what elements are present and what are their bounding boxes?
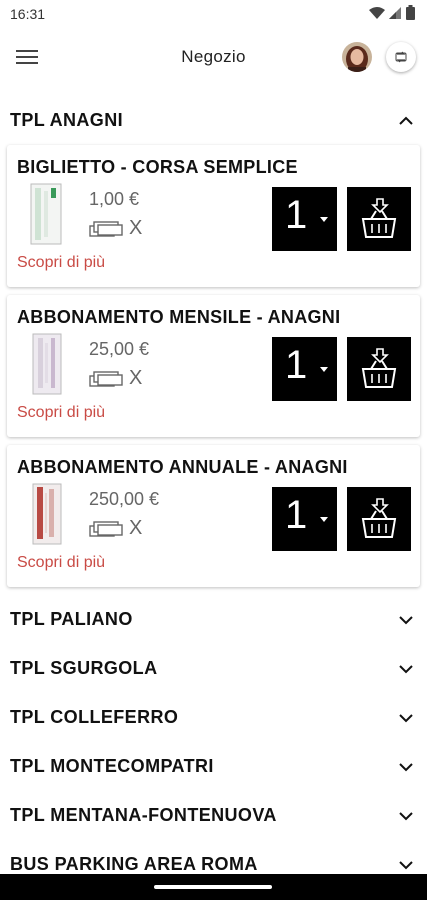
battery-icon (406, 5, 415, 20)
product-title: ABBONAMENTO ANNUALE - ANAGNI (17, 457, 348, 477)
signal-icon (389, 6, 401, 19)
caret-down-icon (320, 367, 328, 372)
tickets-icon (89, 370, 123, 387)
wifi-icon (369, 6, 385, 19)
chevron-up-icon (399, 116, 413, 125)
ticket-single-image (30, 183, 62, 245)
refresh-button[interactable] (386, 42, 416, 72)
section-title: TPL MONTECOMPATRI (10, 756, 214, 776)
product-title: ABBONAMENTO MENSILE - ANAGNI (17, 307, 341, 327)
chevron-down-icon (399, 665, 413, 674)
more-info-link[interactable]: Scopri di più (17, 404, 105, 422)
basket-add-icon (361, 498, 397, 538)
section-title: TPL COLLEFERRO (10, 707, 179, 727)
product-card: ABBONAMENTO ANNUALE - ANAGNI 250,00 € X … (7, 445, 420, 587)
tickets-icon (89, 220, 123, 237)
caret-down-icon (320, 217, 328, 222)
user-avatar-icon (342, 42, 372, 72)
section-header-tpl-paliano[interactable]: TPL PALIANO (0, 595, 427, 644)
section-header-tpl-colleferro[interactable]: TPL COLLEFERRO (0, 693, 427, 742)
sync-icon (395, 51, 407, 63)
chevron-down-icon (399, 812, 413, 821)
product-title: BIGLIETTO - CORSA SEMPLICE (17, 157, 298, 177)
home-gesture-handle[interactable] (154, 885, 272, 889)
section-header-tpl-sgurgola[interactable]: TPL SGURGOLA (0, 644, 427, 693)
shop-content: TPL ANAGNI BIGLIETTO - CORSA SEMPLICE 1,… (0, 96, 427, 889)
stock-mark: X (129, 367, 143, 389)
section-title: BUS PARKING AREA ROMA (10, 854, 258, 874)
chevron-down-icon (399, 714, 413, 723)
product-card: ABBONAMENTO MENSILE - ANAGNI 25,00 € X S… (7, 295, 420, 437)
section-title: TPL PALIANO (10, 609, 133, 629)
add-to-cart-button[interactable] (347, 337, 411, 401)
chevron-down-icon (399, 861, 413, 870)
product-price: 250,00 € (89, 489, 160, 509)
basket-add-icon (361, 198, 397, 238)
status-time: 16:31 (10, 6, 46, 22)
stock-status: X (89, 517, 142, 540)
stock-status: X (89, 367, 142, 390)
chevron-down-icon (399, 616, 413, 625)
quantity-select[interactable]: 1 (272, 337, 337, 401)
add-to-cart-button[interactable] (347, 487, 411, 551)
system-navigation-bar (0, 874, 427, 900)
section-title: TPL SGURGOLA (10, 658, 158, 678)
quantity-value: 1 (285, 193, 308, 237)
more-info-link[interactable]: Scopri di più (17, 254, 105, 272)
quantity-select[interactable]: 1 (272, 187, 337, 251)
product-list: BIGLIETTO - CORSA SEMPLICE 1,00 € X Scop… (0, 145, 427, 587)
section-header-tpl-montecompatri[interactable]: TPL MONTECOMPATRI (0, 742, 427, 791)
section-header-tpl-mentana-fontenuova[interactable]: TPL MENTANA-FONTENUOVA (0, 791, 427, 840)
stock-mark: X (129, 517, 143, 539)
section-title: TPL ANAGNI (10, 110, 124, 130)
more-info-link[interactable]: Scopri di più (17, 554, 105, 572)
collapsed-sections: TPL PALIANO TPL SGURGOLA TPL COLLEFERRO … (0, 595, 427, 889)
basket-add-icon (361, 348, 397, 388)
stock-mark: X (129, 217, 143, 239)
caret-down-icon (320, 517, 328, 522)
section-header-tpl-anagni[interactable]: TPL ANAGNI (0, 96, 427, 145)
quantity-value: 1 (285, 493, 308, 537)
ticket-monthly-image (32, 333, 62, 395)
avatar[interactable] (342, 42, 372, 72)
app-bar: Negozio (0, 30, 427, 84)
quantity-select[interactable]: 1 (272, 487, 337, 551)
tickets-icon (89, 520, 123, 537)
section-title: TPL MENTANA-FONTENUOVA (10, 805, 277, 825)
status-bar: 16:31 (0, 0, 427, 28)
quantity-value: 1 (285, 343, 308, 387)
chevron-down-icon (399, 763, 413, 772)
product-price: 1,00 € (89, 189, 140, 209)
status-icons (369, 5, 415, 20)
ticket-annual-image (32, 483, 62, 545)
product-price: 25,00 € (89, 339, 150, 359)
product-card: BIGLIETTO - CORSA SEMPLICE 1,00 € X Scop… (7, 145, 420, 287)
add-to-cart-button[interactable] (347, 187, 411, 251)
stock-status: X (89, 217, 142, 240)
